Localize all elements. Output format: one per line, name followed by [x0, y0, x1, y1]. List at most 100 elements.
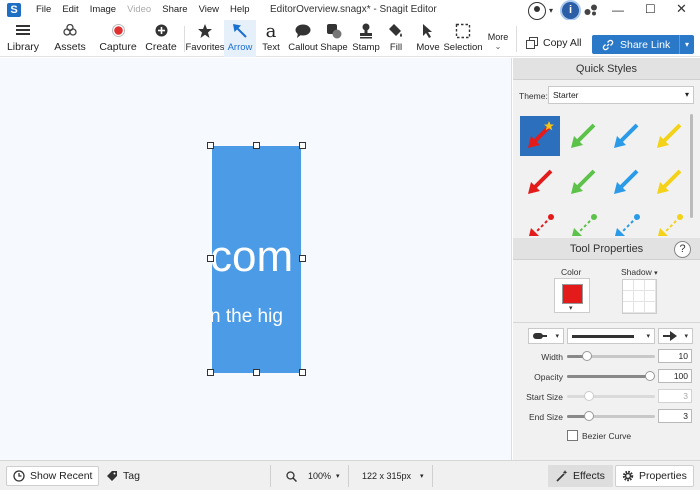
close-button[interactable]: ✕	[676, 1, 687, 17]
slider-knob[interactable]	[582, 351, 592, 361]
menu-share[interactable]: Share	[162, 4, 187, 15]
canvas-image[interactable]: com n the hig	[212, 146, 301, 373]
more-tools-button[interactable]: More ⌄	[485, 20, 511, 57]
quick-style-1-0[interactable]	[520, 162, 560, 202]
quick-style-2-2[interactable]	[606, 208, 646, 236]
library-button[interactable]: Library	[6, 20, 40, 57]
arrow-style-icon	[571, 169, 596, 194]
properties-button[interactable]: Properties	[615, 465, 694, 487]
quick-style-1-3[interactable]	[649, 162, 689, 202]
help-button[interactable]: ?	[674, 241, 691, 258]
color-picker[interactable]: ▾	[554, 278, 590, 313]
resize-handle[interactable]	[299, 255, 306, 262]
quick-style-0-1[interactable]	[563, 116, 603, 156]
menu-view[interactable]: View	[199, 4, 219, 15]
account-avatar-icon[interactable]	[528, 2, 546, 20]
resize-handle[interactable]	[207, 369, 214, 376]
start-size-input: 3	[658, 389, 692, 403]
hamburger-icon	[16, 21, 30, 39]
slider-knob[interactable]	[584, 411, 594, 421]
quick-styles-scrollbar[interactable]	[690, 114, 693, 218]
tool-callout[interactable]: Callout	[287, 20, 319, 57]
maximize-button[interactable]: ☐	[645, 2, 656, 16]
editor-canvas[interactable]: com n the hig	[0, 58, 512, 460]
resize-handle[interactable]	[207, 255, 214, 262]
tag-button[interactable]: Tag	[100, 466, 146, 486]
statusbar-separator	[270, 465, 271, 487]
arrow-end-style-dropdown[interactable]: ▾	[658, 328, 693, 344]
opacity-input[interactable]: 100	[658, 369, 692, 383]
chevron-down-icon: ⌄	[494, 42, 502, 51]
arrow-style-icon	[615, 214, 640, 236]
magic-wand-icon	[556, 470, 568, 482]
menu-image[interactable]: Image	[90, 4, 116, 15]
arrow-start-style-dropdown[interactable]: ▾	[528, 328, 564, 344]
connect-icon[interactable]	[584, 4, 598, 16]
menu-file[interactable]: File	[36, 4, 51, 15]
copy-all-button[interactable]: Copy All	[526, 37, 582, 49]
resize-handle[interactable]	[253, 142, 260, 149]
shadow-direction-picker[interactable]	[622, 279, 657, 314]
image-dimensions-dropdown[interactable]: 122 x 315px ▾	[356, 466, 430, 486]
width-slider[interactable]	[567, 351, 655, 361]
end-size-input[interactable]: 3	[658, 409, 692, 423]
quick-styles-header: Quick Styles	[513, 58, 700, 80]
info-icon[interactable]: i	[560, 0, 581, 21]
assets-button[interactable]: Assets	[48, 20, 92, 57]
capture-button[interactable]: Capture	[98, 20, 138, 57]
menu-help[interactable]: Help	[230, 4, 250, 15]
quick-style-2-1[interactable]	[563, 208, 603, 236]
chevron-down-icon: ▾	[684, 333, 688, 340]
tool-shape[interactable]: Shape	[320, 20, 348, 57]
shape-icon	[326, 22, 342, 40]
tool-selection[interactable]: Selection	[443, 20, 483, 57]
quick-style-0-0[interactable]	[520, 116, 560, 156]
history-icon	[13, 470, 25, 482]
slider-knob[interactable]	[645, 371, 655, 381]
tool-arrow[interactable]: Arrow	[224, 20, 256, 57]
quick-style-2-0[interactable]	[520, 208, 560, 236]
quick-style-0-3[interactable]	[649, 116, 689, 156]
share-options-dropdown[interactable]: ▾	[679, 35, 694, 54]
tool-stamp[interactable]: Stamp	[351, 20, 381, 57]
title-bar: S File Edit Image Video Share View Help …	[0, 0, 700, 21]
resize-handle[interactable]	[253, 369, 260, 376]
resize-handle[interactable]	[299, 369, 306, 376]
resize-handle[interactable]	[207, 142, 214, 149]
menu-bar: File Edit Image Video Share View Help	[36, 4, 261, 15]
menu-edit[interactable]: Edit	[62, 4, 78, 15]
tool-move[interactable]: Move	[415, 20, 441, 57]
link-icon	[602, 39, 614, 51]
chevron-down-icon[interactable]: ▾	[549, 6, 553, 15]
show-recent-button[interactable]: Show Recent	[6, 466, 100, 486]
selection-icon	[455, 22, 471, 40]
width-input[interactable]: 10	[658, 349, 692, 363]
quick-style-1-1[interactable]	[563, 162, 603, 202]
arrow-style-icon	[528, 121, 554, 148]
end-size-slider[interactable]	[567, 411, 655, 421]
shadow-label[interactable]: Shadow ▾	[621, 267, 658, 277]
solid-line-icon	[572, 334, 634, 338]
record-icon	[111, 21, 125, 39]
tool-favorites[interactable]: Favorites	[185, 20, 225, 57]
tag-icon	[107, 471, 117, 481]
theme-select[interactable]: Starter ▾	[548, 86, 694, 104]
chevron-down-icon: ▾	[654, 270, 658, 277]
bezier-curve-checkbox[interactable]	[567, 430, 578, 441]
start-size-label: Start Size	[526, 392, 563, 402]
zoom-dropdown[interactable]: 100% ▾	[280, 466, 346, 486]
tool-fill[interactable]: Fill	[385, 20, 407, 57]
minimize-button[interactable]: —	[612, 3, 624, 17]
create-button[interactable]: Create	[144, 20, 178, 57]
share-link-button[interactable]: Share Link ▾	[592, 35, 694, 54]
resize-handle[interactable]	[299, 142, 306, 149]
arrow-style-icon	[657, 169, 682, 194]
line-style-dropdown[interactable]: ▾	[567, 328, 655, 344]
arrow-tail-icon	[533, 333, 547, 339]
effects-button[interactable]: Effects	[548, 465, 613, 487]
quick-style-0-2[interactable]	[606, 116, 646, 156]
quick-style-1-2[interactable]	[606, 162, 646, 202]
opacity-slider[interactable]	[567, 371, 655, 381]
tool-text[interactable]: a Text	[258, 20, 284, 57]
quick-style-2-3[interactable]	[649, 208, 689, 236]
